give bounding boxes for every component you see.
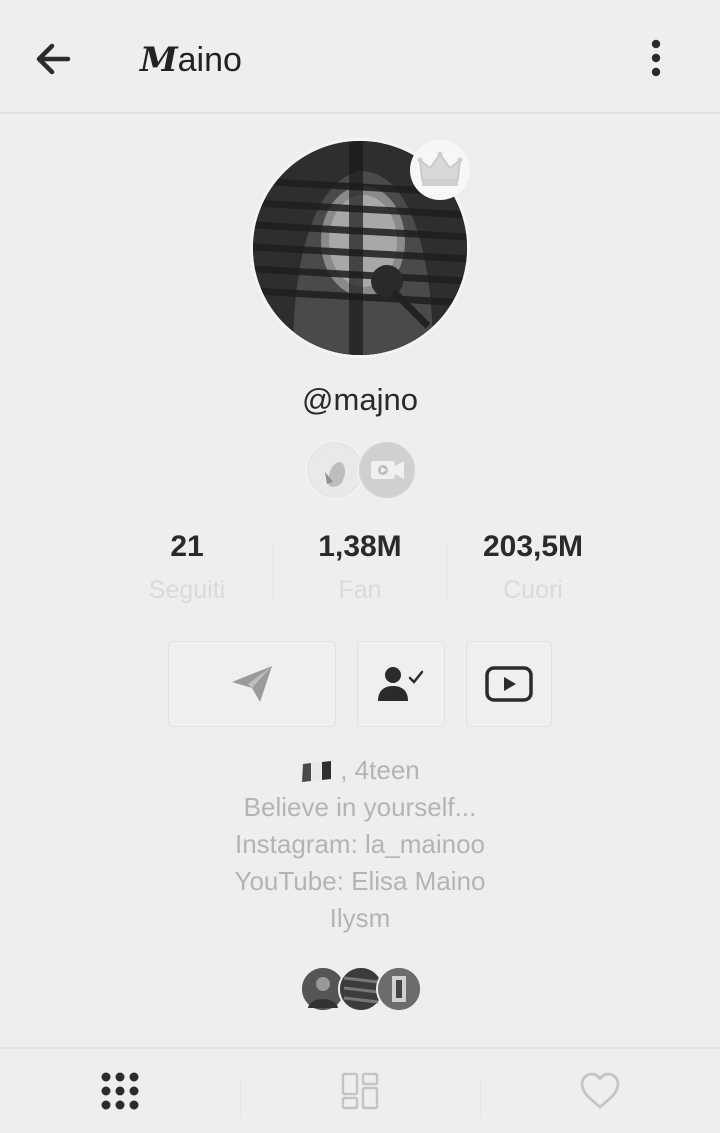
tab-liked[interactable] [480,1049,720,1133]
bio-line-3: Instagram: la_mainoo [234,829,486,859]
fans-label: Fan [338,576,382,604]
following-status-button[interactable] [357,641,445,727]
more-options-button[interactable] [640,38,672,82]
username: @majno [302,382,418,417]
stat-hearts[interactable]: 203,5M Cuori [446,530,620,605]
heart-icon [580,1072,620,1109]
crown-badge [410,140,470,200]
hearts-label: Cuori [503,576,563,604]
tab-videos-grid[interactable] [0,1049,240,1133]
profile-stats: 21 Seguiti 1,38M Fan 203,5M Cuori [100,530,620,610]
creator-badge-icon [309,444,361,496]
creator-badge[interactable] [305,440,365,500]
top-app-bar: Maino [0,0,720,114]
title-initial: M [140,40,178,80]
flag-icon [302,761,332,783]
bio-line-2: Believe in yourself... [243,792,477,822]
collections-icon [341,1072,379,1110]
following-label: Seguiti [148,576,226,604]
content-tab-bar [0,1047,720,1133]
vertical-dots-icon [651,39,661,77]
grid-icon [101,1072,139,1110]
profile-title: Maino [140,40,242,80]
mutual-followers[interactable] [300,966,424,1014]
following-count: 21 [170,530,204,563]
message-button[interactable] [168,641,336,727]
tab-collections[interactable] [240,1049,480,1133]
bio-line-4: YouTube: Elisa Maino [234,866,486,896]
title-rest: aino [177,41,242,79]
follower-avatar [376,966,422,1012]
profile-bio: , 4teen Believe in yourself... Instagram… [0,752,720,937]
bio-line-1: , 4teen [0,752,720,789]
fans-count: 1,38M [318,530,402,563]
user-check-icon [378,667,424,701]
video-badge[interactable] [357,440,417,500]
stat-fans[interactable]: 1,38M Fan [273,530,447,605]
hearts-count: 203,5M [482,530,584,563]
stat-following[interactable]: 21 Seguiti [100,530,274,605]
bio-line-5: Ilysm [329,903,391,933]
profile-badges [305,440,417,502]
send-icon [232,666,272,702]
avatar-container [250,138,470,358]
bio-age: , 4teen [340,755,420,785]
video-camera-icon [361,444,413,496]
youtube-icon [485,666,533,702]
back-button[interactable] [30,38,78,80]
youtube-button[interactable] [466,641,552,727]
crown-icon [417,151,463,186]
arrow-left-icon [36,43,71,75]
